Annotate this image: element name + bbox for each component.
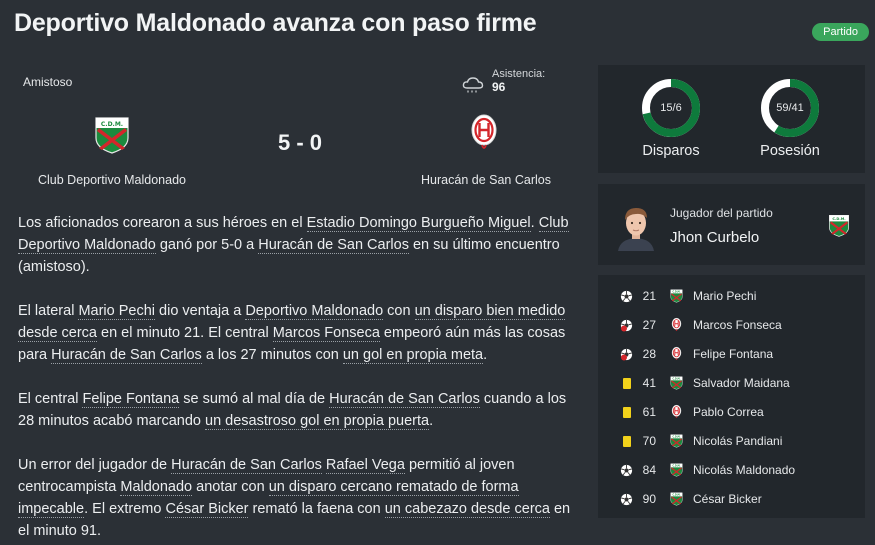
- team-link[interactable]: Huracán de San Carlos: [329, 391, 480, 408]
- potm-label: Jugador del partido: [670, 206, 773, 220]
- event-row[interactable]: 70 Nicolás Pandiani: [598, 432, 865, 452]
- home-team-name[interactable]: Club Deportivo Maldonado: [12, 173, 212, 187]
- stats-panel: 15/6 Disparos 59/41 Posesión: [598, 65, 865, 173]
- highlight-link[interactable]: un desastroso gol en propia puerta: [205, 413, 430, 430]
- event-player[interactable]: Pablo Correa: [693, 405, 764, 419]
- event-row[interactable]: 21 Mario Pechi: [598, 287, 865, 307]
- possession-label: Posesión: [760, 143, 820, 159]
- attendance-label: Asistencia:: [492, 68, 546, 80]
- player-link[interactable]: Rafael Vega: [325, 457, 405, 474]
- possession-value: 59/41: [776, 102, 804, 114]
- event-row[interactable]: 61 Pablo Correa: [598, 403, 865, 423]
- own-goal-icon: [620, 319, 633, 332]
- report-paragraph: Los aficionados corearon a sus héroes en…: [18, 215, 569, 275]
- report-paragraph: Un error del jugador de Huracán de San C…: [18, 457, 571, 539]
- player-link[interactable]: César Bicker: [165, 501, 249, 518]
- away-crest-icon: [670, 404, 683, 419]
- potm-name[interactable]: Jhon Curbelo: [670, 229, 759, 246]
- event-row[interactable]: 84 Nicolás Maldonado: [598, 461, 865, 481]
- stadium-link[interactable]: Estadio Domingo Burgueño Miguel: [306, 215, 531, 232]
- away-team-name[interactable]: Huracán de San Carlos: [396, 173, 576, 187]
- score: 5 - 0: [277, 130, 323, 155]
- event-player[interactable]: Felipe Fontana: [693, 347, 773, 361]
- player-link[interactable]: Mario Pechi: [78, 303, 156, 320]
- possession-donut: 59/41: [760, 78, 820, 138]
- event-minute: 61: [642, 405, 656, 419]
- home-crest-icon: [670, 375, 683, 390]
- shots-label: Disparos: [642, 143, 700, 159]
- event-player[interactable]: Mario Pechi: [693, 289, 756, 303]
- highlight-link[interactable]: un cabezazo desde cerca: [384, 501, 550, 518]
- yellow-card-icon: [620, 406, 633, 419]
- shots-donut: 15/6: [641, 78, 701, 138]
- cloud-rain-icon: [462, 77, 484, 93]
- player-of-match-panel[interactable]: Jugador del partido Jhon Curbelo: [598, 184, 865, 265]
- away-crest-icon: [670, 346, 683, 361]
- home-crest-icon: [670, 433, 683, 448]
- event-minute: 28: [642, 347, 656, 361]
- event-minute: 84: [642, 463, 656, 477]
- event-row[interactable]: 28 Felipe Fontana: [598, 345, 865, 365]
- page-title: Deportivo Maldonado avanza con paso firm…: [14, 9, 537, 37]
- player-link[interactable]: Maldonado: [120, 479, 193, 496]
- yellow-card-icon: [620, 435, 633, 448]
- goal-icon: [620, 290, 633, 303]
- event-minute: 27: [642, 318, 656, 332]
- player-link[interactable]: Felipe Fontana: [82, 391, 180, 408]
- event-row[interactable]: 90 César Bicker: [598, 490, 865, 510]
- event-player[interactable]: Nicolás Pandiani: [693, 434, 782, 448]
- event-row[interactable]: 27 Marcos Fonseca: [598, 316, 865, 336]
- highlight-link[interactable]: un gol en propia meta: [342, 347, 484, 364]
- shots-value: 15/6: [660, 102, 682, 114]
- yellow-card-icon: [620, 377, 633, 390]
- report-paragraph: El lateral Mario Pechi dio ventaja a Dep…: [18, 303, 566, 364]
- own-goal-icon: [620, 348, 633, 361]
- match-report: Los aficionados corearon a sus héroes en…: [18, 212, 583, 545]
- competition-label: Amistoso: [23, 75, 73, 89]
- event-minute: 70: [642, 434, 656, 448]
- event-player[interactable]: César Bicker: [693, 492, 762, 506]
- event-minute: 90: [642, 492, 656, 506]
- goal-icon: [620, 464, 633, 477]
- team-link[interactable]: Huracán de San Carlos: [171, 457, 322, 474]
- event-player[interactable]: Salvador Maidana: [693, 376, 790, 390]
- away-crest-icon: [670, 317, 683, 332]
- player-link[interactable]: Marcos Fonseca: [272, 325, 380, 342]
- report-paragraph: El central Felipe Fontana se sumó al mal…: [18, 391, 567, 430]
- home-crest-icon[interactable]: [94, 114, 130, 154]
- match-events-panel: 21 Mario Pechi 27 Marcos Fonseca 28 Felipe Fo…: [598, 275, 865, 518]
- event-minute: 41: [642, 376, 656, 390]
- attendance: Asistencia: 96: [462, 68, 545, 96]
- match-tag[interactable]: Partido: [812, 23, 869, 41]
- away-crest-icon[interactable]: [470, 112, 498, 152]
- home-crest-icon: [670, 288, 683, 303]
- home-crest-icon: [670, 491, 683, 506]
- attendance-value: 96: [492, 80, 506, 94]
- home-crest-icon: [670, 462, 683, 477]
- event-player[interactable]: Nicolás Maldonado: [693, 463, 795, 477]
- match-summary: Amistoso Asistencia: 96 5 - 0 Club Depor…: [0, 62, 590, 202]
- team-link[interactable]: Deportivo Maldonado: [245, 303, 384, 320]
- player-avatar[interactable]: [614, 201, 658, 251]
- event-player[interactable]: Marcos Fonseca: [693, 318, 782, 332]
- event-minute: 21: [642, 289, 656, 303]
- event-row[interactable]: 41 Salvador Maidana: [598, 374, 865, 394]
- potm-team-crest-icon[interactable]: [828, 213, 850, 237]
- goal-icon: [620, 493, 633, 506]
- team-link[interactable]: Huracán de San Carlos: [258, 237, 409, 254]
- team-link[interactable]: Huracán de San Carlos: [51, 347, 202, 364]
